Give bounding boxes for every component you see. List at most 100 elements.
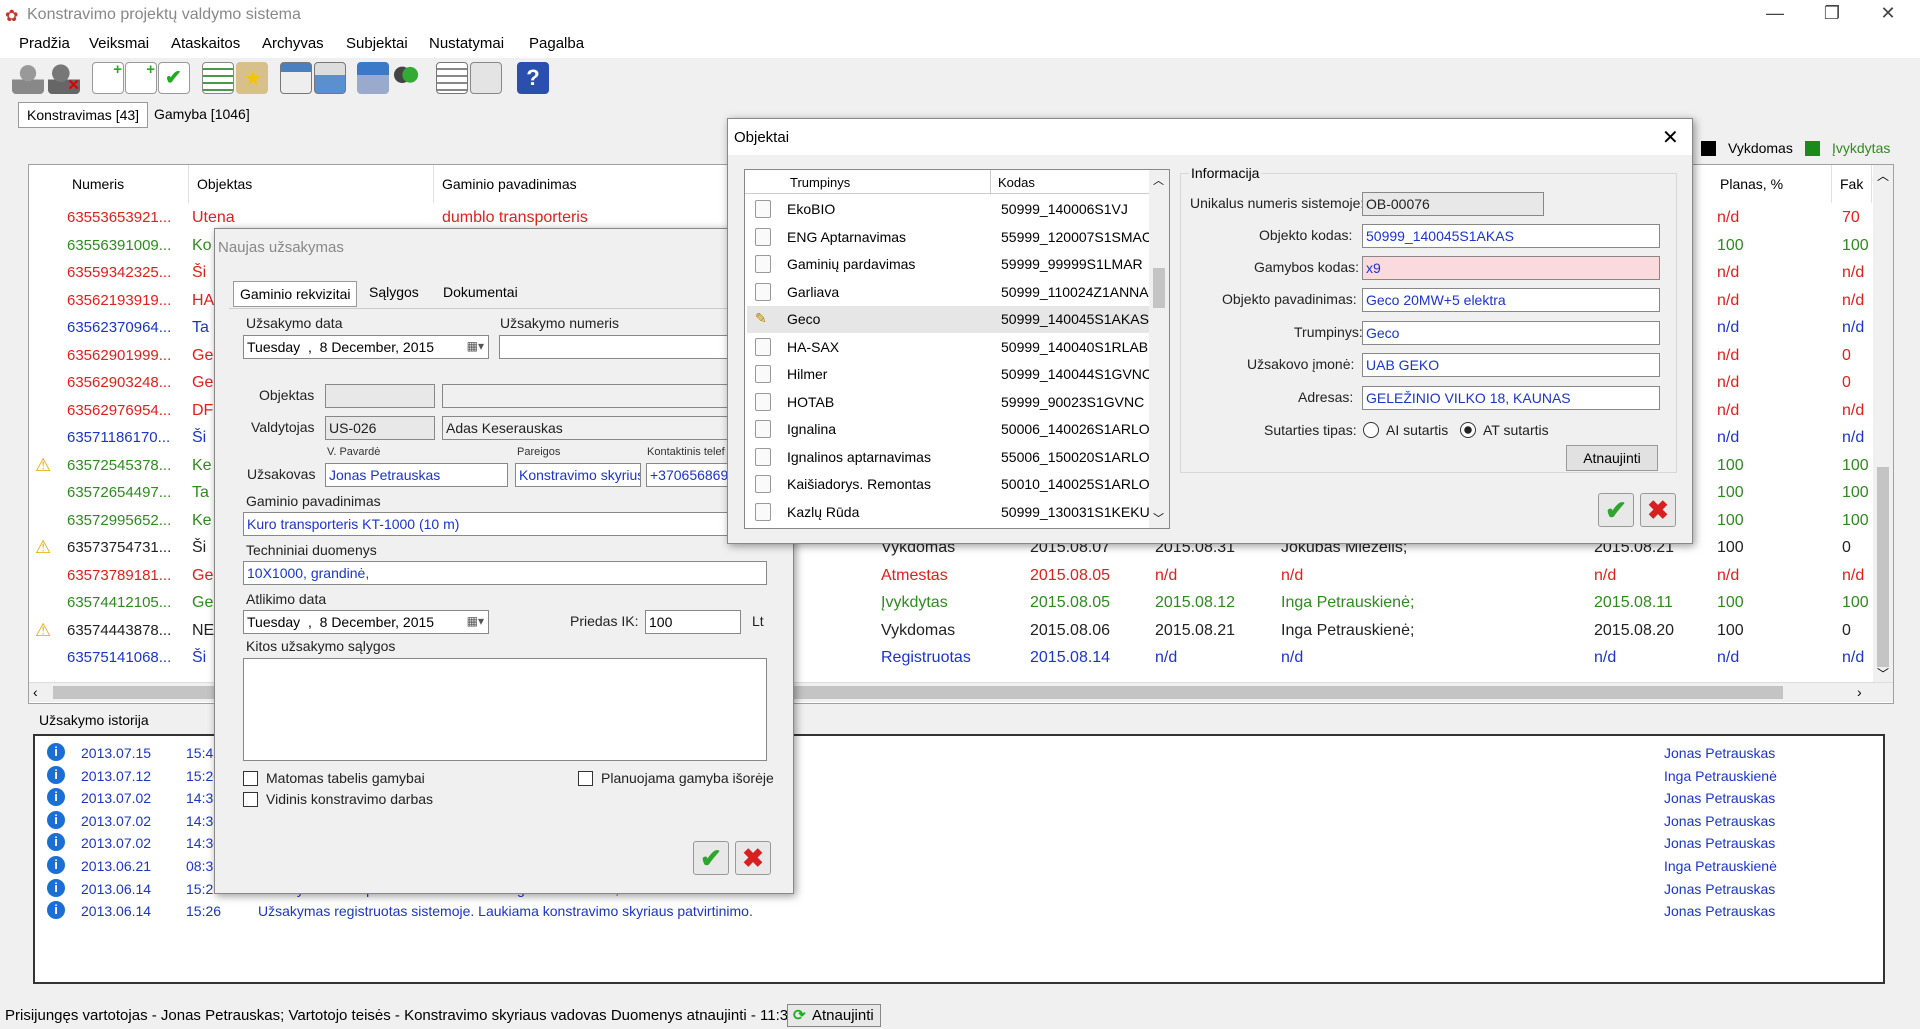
manager-code-input[interactable]: US-026 (325, 416, 435, 440)
object-code-input[interactable] (325, 384, 435, 408)
list-scroll-thumb[interactable] (1153, 268, 1165, 308)
unique-input[interactable]: OB-00076 (1362, 192, 1544, 216)
object-list-item[interactable]: HOTAB 59999_90023S1GVNC (747, 389, 1149, 416)
history-row[interactable]: i 2013.06.14 15:26 Užsakymas registruota… (43, 901, 1873, 923)
menu-ataskaitos[interactable]: Ataskaitos (171, 35, 240, 52)
object-name-input[interactable] (442, 384, 742, 408)
object-name-field[interactable]: Geco 20MW+5 elektra (1362, 288, 1660, 312)
objects-list[interactable]: Trumpinys Kodas EkoBIO 50999_140006S1VJ … (744, 169, 1170, 529)
vertical-scrollbar[interactable]: ︿ ﹀ (1873, 165, 1893, 682)
printer-icon[interactable] (314, 62, 346, 94)
users-icon[interactable] (391, 62, 423, 94)
object-code: 50999_140045S1AKAS (1001, 311, 1149, 327)
header-objektas[interactable]: Objektas (189, 165, 434, 203)
order-cancel-button[interactable]: ✖ (735, 841, 771, 875)
scroll-right-icon[interactable]: › (1857, 684, 1862, 700)
tab-konstravimas[interactable]: Konstravimas [43] (18, 102, 149, 128)
header-gaminio-pavadinimas[interactable]: Gaminio pavadinimas (434, 165, 754, 203)
new-document-icon[interactable]: + (92, 61, 124, 94)
manager-name-input[interactable]: Adas Keserauskas (442, 416, 742, 440)
vertical-scroll-thumb[interactable] (1877, 467, 1889, 667)
order-date-picker[interactable]: Tuesday , 8 December, 2015 ▦▾ (243, 335, 489, 359)
header-fakt[interactable]: Fak (1832, 165, 1872, 203)
object-list-item[interactable]: Ignalinos aptarnavimas 55006_150020S1ARL… (747, 444, 1150, 471)
scroll-up-icon[interactable]: ︿ (1877, 167, 1889, 184)
scroll-left-icon[interactable]: ‹ (33, 684, 38, 700)
help-icon[interactable]: ? (517, 62, 549, 94)
col-kodas-label[interactable]: Kodas (998, 175, 1035, 190)
report-icon[interactable] (436, 62, 468, 94)
user-remove-icon[interactable]: ✕ (48, 62, 80, 94)
menu-nustatymai[interactable]: Nustatymai (429, 35, 504, 52)
contract-ai-radio[interactable] (1363, 422, 1379, 438)
maximize-button[interactable]: ❐ (1812, 3, 1852, 27)
menu-archyvas[interactable]: Archyvas (262, 35, 324, 52)
object-list-item[interactable]: Kaišiadorys. Remontas 50010_140025S1ARLO (747, 471, 1150, 498)
other-conditions-textarea[interactable] (243, 658, 767, 761)
company-field[interactable]: UAB GEKO (1362, 353, 1660, 377)
object-list-item[interactable]: Garliava 50999_110024Z1ANNA (747, 279, 1149, 306)
object-list-item[interactable]: HA-SAX 50999_140040S1RLAB1 (747, 334, 1156, 361)
tab-gamyba[interactable]: Gamyba [1046] (146, 102, 258, 128)
home-icon[interactable] (357, 62, 389, 94)
header-planas[interactable]: Planas, % (1712, 165, 1832, 203)
menu-pagalba[interactable]: Pagalba (529, 35, 584, 52)
menu-pradzia[interactable]: Pradžia (19, 35, 70, 52)
info-icon: i (47, 833, 65, 852)
minimize-button[interactable]: — (1755, 3, 1795, 27)
new-window-icon[interactable]: + (125, 61, 157, 94)
tech-input[interactable]: 10X1000, grandinė, (243, 561, 767, 585)
title-bar: ✿ Konstravimo projektų valdymo sistema —… (0, 0, 1920, 30)
priedas-spinner[interactable]: 100 (645, 610, 741, 634)
settings-window-icon[interactable] (470, 62, 502, 94)
short-label: Trumpinys: (1294, 324, 1363, 340)
objects-close-button[interactable]: ✕ (1662, 125, 1679, 150)
product-input[interactable]: Kuro transporteris KT-1000 (10 m) (243, 512, 767, 536)
object-list-item[interactable]: Ignalina 50006_140026S1ARLO (747, 416, 1150, 443)
customer-name-input[interactable]: Jonas Petrauskas (325, 463, 508, 487)
prod-code-field[interactable]: x9 (1362, 256, 1660, 280)
approve-icon[interactable]: ✔ (158, 62, 190, 94)
user-icon[interactable] (12, 62, 44, 94)
object-cell: Ta (192, 319, 209, 336)
object-code-field[interactable]: 50999_140045S1AKAS (1362, 224, 1660, 248)
calendar-icon[interactable]: ▦▾ (467, 614, 484, 628)
favorite-folder-icon[interactable]: ★ (236, 62, 268, 94)
tab-dokumentai[interactable]: Dokumentai (443, 284, 518, 300)
objects-cancel-button[interactable]: ✖ (1640, 493, 1676, 527)
close-button[interactable]: ✕ (1868, 3, 1908, 27)
refresh-button[interactable]: ⟳ Atnaujinti (787, 1004, 881, 1027)
info-update-button[interactable]: Atnaujinti (1566, 445, 1658, 471)
order-number-input[interactable] (499, 335, 739, 359)
window-icon[interactable] (280, 62, 312, 94)
address-field[interactable]: GELEŽINIO VILKO 18, KAUNAS (1362, 386, 1660, 410)
object-list-item[interactable]: EkoBIO 50999_140006S1VJ (747, 196, 1149, 223)
menu-subjektai[interactable]: Subjektai (346, 35, 408, 52)
object-list-item[interactable]: ENG Aptarnavimas 55999_120007S1SMAC (747, 224, 1152, 251)
object-list-item[interactable]: Hilmer 50999_140044S1GVNC (747, 361, 1152, 388)
scroll-up-icon[interactable]: ︿ (1153, 172, 1164, 188)
short-field[interactable]: Geco (1362, 321, 1660, 345)
order-ok-button[interactable]: ✔ (693, 841, 729, 875)
contract-at-radio[interactable] (1460, 422, 1476, 438)
tab-salygos[interactable]: Sąlygos (369, 284, 419, 300)
objects-list-scrollbar[interactable]: ︿ ﹀ (1149, 170, 1169, 528)
scroll-down-icon[interactable]: ﹀ (1153, 510, 1164, 526)
object-list-item[interactable]: Kazlų Rūda 50999_130031S1KEKU (747, 499, 1150, 526)
header-numeris[interactable]: Numeris (64, 165, 189, 203)
customer-dept-input[interactable]: Konstravimo skyrius (515, 463, 641, 487)
menu-veiksmai[interactable]: Veiksmai (89, 35, 149, 52)
internal-work-checkbox[interactable] (243, 792, 258, 807)
col-trumpinys[interactable]: Trumpinys (790, 175, 850, 190)
done-date-picker[interactable]: Tuesday , 8 December, 2015 ▦▾ (243, 610, 489, 634)
object-list-item[interactable]: ✎ Geco 50999_140045S1AKAS (747, 306, 1149, 333)
object-list-item[interactable]: Gaminių pardavimas 59999_99999S1LMAR (747, 251, 1149, 278)
other-conditions-label: Kitos užsakymo sąlygos (246, 638, 396, 654)
objects-ok-button[interactable]: ✔ (1598, 493, 1634, 527)
calendar-icon[interactable]: ▦▾ (467, 339, 484, 353)
list-icon[interactable] (202, 62, 234, 94)
external-production-checkbox[interactable] (578, 771, 593, 786)
visible-timesheet-checkbox[interactable] (243, 771, 258, 786)
tab-gaminio-rekvizitai[interactable]: Gaminio rekvizitai (233, 281, 358, 307)
scroll-down-icon[interactable]: ﹀ (1877, 665, 1889, 682)
